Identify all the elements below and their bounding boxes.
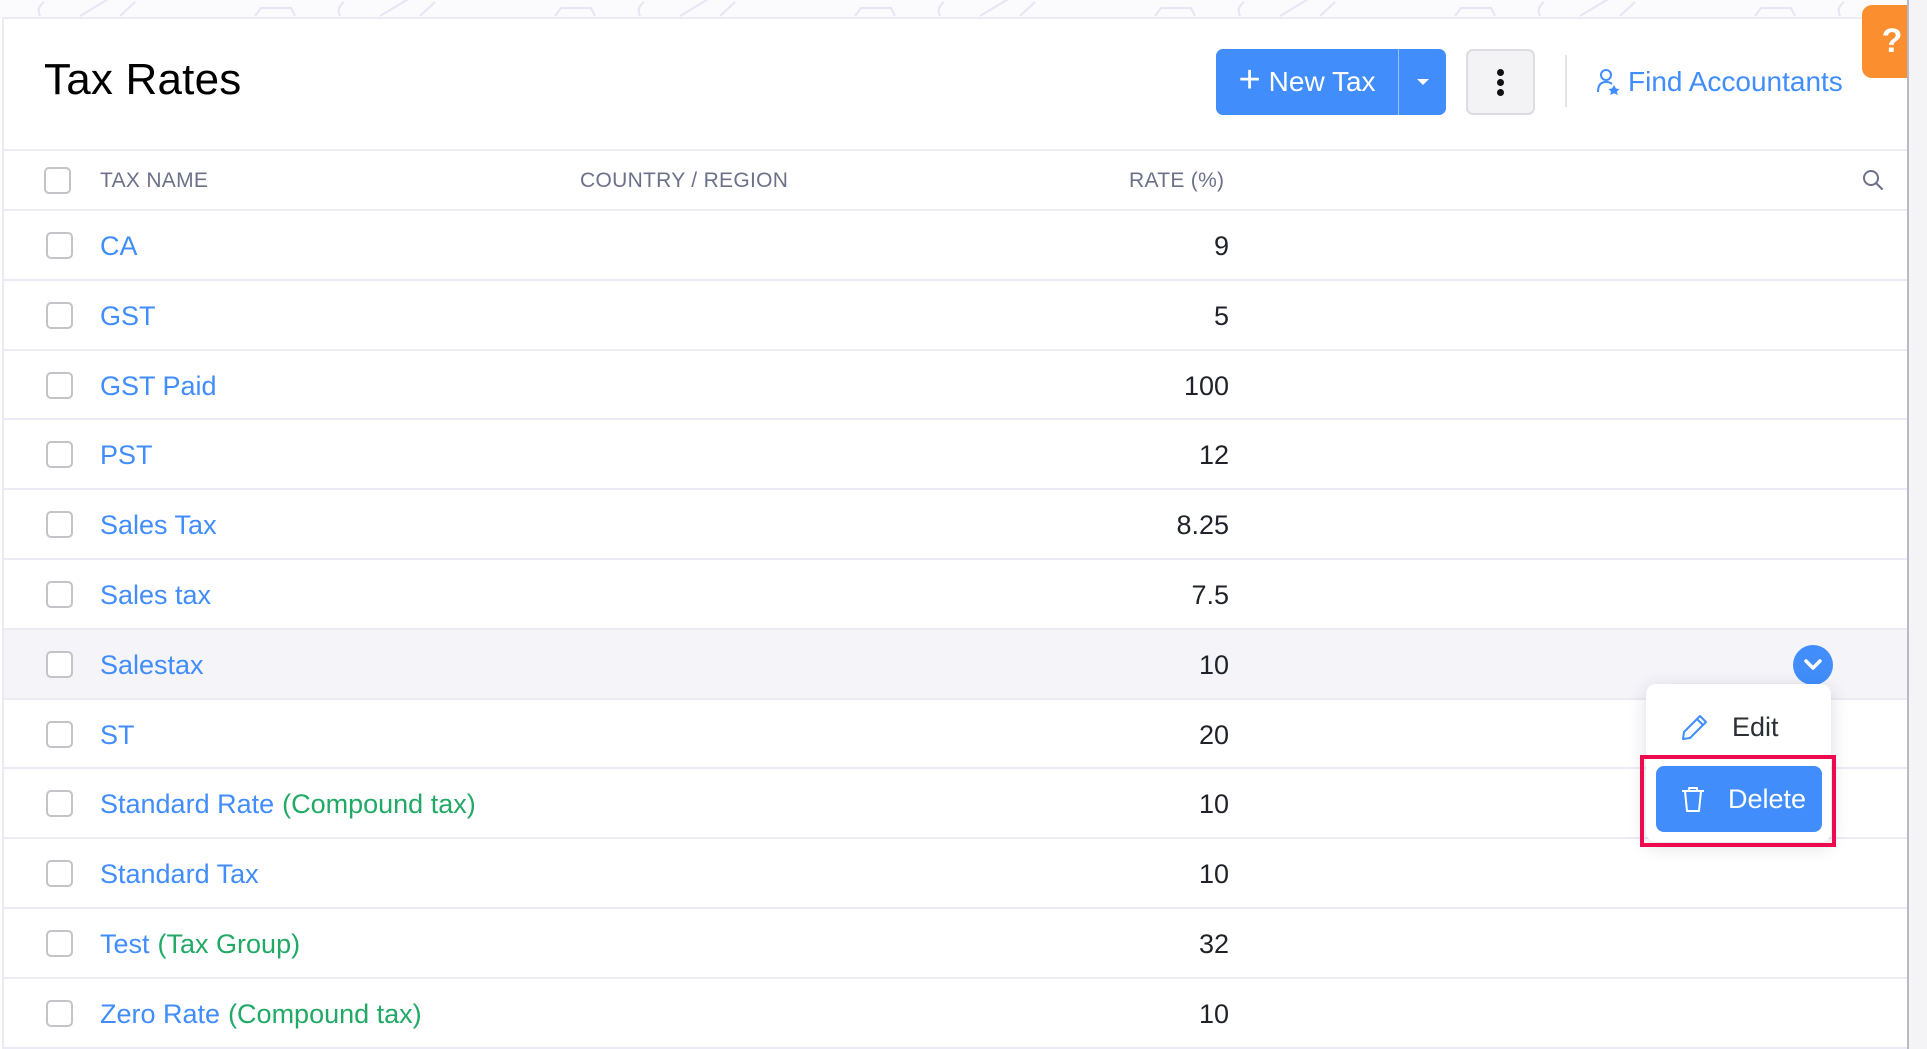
menu-item-edit-label: Edit (1732, 711, 1779, 742)
row-checkbox[interactable] (46, 441, 73, 469)
row-checkbox[interactable] (46, 580, 73, 608)
pencil-icon (1682, 715, 1707, 740)
tax-rate-cell: 10 (1198, 859, 1229, 890)
tax-name-cell: Standard Rate (Compound tax) (100, 789, 476, 820)
tax-type-label: (Tax Group) (157, 928, 301, 959)
toolbar-divider (1565, 55, 1567, 107)
tax-name-link[interactable]: GST (100, 301, 156, 331)
find-accountants-link[interactable]: Find Accountants (1596, 62, 1843, 102)
more-options-button[interactable] (1466, 49, 1535, 115)
new-tax-dropdown-button[interactable] (1399, 49, 1446, 115)
tax-name-cell: Test (Tax Group) (100, 929, 300, 960)
tax-name-cell: Standard Tax (100, 859, 259, 890)
vertical-scrollbar[interactable] (1907, 0, 1927, 1049)
table-row[interactable]: ST 20 (4, 699, 1907, 770)
tax-name-cell: Zero Rate (Compound tax) (100, 999, 422, 1030)
tax-name-link[interactable]: PST (100, 440, 153, 470)
tax-name-link[interactable]: GST Paid (100, 371, 217, 401)
tax-rate-cell: 8.25 (1176, 510, 1229, 541)
user-star-icon (1597, 69, 1620, 95)
tax-rate-cell: 10 (1198, 789, 1229, 820)
tax-name-cell: Sales tax (100, 580, 211, 611)
row-checkbox[interactable] (46, 790, 73, 818)
page-title: Tax Rates (44, 55, 242, 104)
row-checkbox[interactable] (46, 860, 73, 888)
delete-highlight-annotation (1640, 755, 1836, 847)
row-checkbox[interactable] (46, 650, 73, 678)
chevron-down-icon (1804, 659, 1822, 670)
kebab-vertical-icon (1497, 68, 1504, 76)
row-checkbox[interactable] (46, 511, 73, 539)
search-icon[interactable] (1861, 168, 1885, 192)
new-tax-split-button: + New Tax (1216, 49, 1446, 115)
new-tax-label: New Tax (1268, 66, 1376, 97)
tax-rate-cell: 32 (1198, 928, 1229, 959)
table-row[interactable]: CA 9 (4, 211, 1907, 281)
tax-rate-cell: 10 (1198, 998, 1229, 1029)
tax-name-link[interactable]: Sales Tax (100, 510, 217, 540)
tax-name-link[interactable]: Standard Rate (100, 789, 274, 819)
kebab-dot (1497, 88, 1504, 96)
plus-icon: + (1238, 59, 1261, 101)
row-checkbox[interactable] (46, 720, 73, 748)
tax-name-cell: CA (100, 231, 138, 262)
tax-rate-cell: 12 (1198, 440, 1229, 471)
tax-rate-cell: 5 (1213, 300, 1229, 331)
tax-name-link[interactable]: Zero Rate (100, 999, 220, 1029)
table-row[interactable]: Salestax 10 (4, 629, 1907, 700)
table-row[interactable]: Sales Tax 8.25 (4, 490, 1907, 560)
background-pattern (0, 0, 1927, 18)
caret-down-icon (1416, 79, 1429, 85)
tax-name-link[interactable]: Standard Tax (100, 859, 259, 889)
tax-rate-cell: 10 (1198, 649, 1229, 680)
select-all-checkbox[interactable] (44, 167, 71, 194)
row-checkbox[interactable] (46, 371, 73, 399)
row-checkbox[interactable] (46, 999, 73, 1027)
table-row[interactable]: Standard Tax 10 (4, 839, 1907, 909)
table-row[interactable]: Test (Tax Group) 32 (4, 908, 1907, 979)
tax-name-cell: PST (100, 440, 153, 471)
menu-item-edit[interactable]: Edit (1656, 694, 1822, 760)
column-header-rate[interactable]: RATE (%) (1129, 169, 1224, 193)
tax-name-cell: GST (100, 301, 156, 332)
tax-rates-table-body: CA 9 GST 5 GST Paid 100 PST 12 Sales Tax 8.25 Sale… (4, 211, 1907, 1049)
row-checkbox[interactable] (46, 929, 73, 957)
tax-rate-cell: 20 (1198, 719, 1229, 750)
table-row[interactable]: GST 5 (4, 280, 1907, 351)
column-header-tax-name[interactable]: TAX NAME (100, 169, 208, 193)
table-row[interactable]: Sales tax 7.5 (4, 559, 1907, 630)
column-header-country-region[interactable]: COUNTRY / REGION (580, 169, 788, 193)
row-checkbox[interactable] (46, 301, 73, 329)
new-tax-button[interactable]: + New Tax (1216, 49, 1399, 115)
tax-rate-cell: 100 (1183, 370, 1229, 401)
tax-name-cell: ST (100, 720, 135, 751)
row-actions-toggle[interactable] (1793, 645, 1833, 685)
tax-name-link[interactable]: Test (100, 929, 150, 959)
tax-name-cell: Salestax (100, 650, 204, 681)
tax-name-link[interactable]: CA (100, 231, 138, 261)
tax-name-link[interactable]: ST (100, 720, 135, 750)
tax-type-label: (Compound tax) (282, 789, 476, 820)
table-row[interactable]: PST 12 (4, 420, 1907, 491)
table-header: TAX NAME COUNTRY / REGION RATE (%) (4, 149, 1907, 211)
tax-rate-cell: 7.5 (1191, 579, 1229, 610)
tax-name-link[interactable]: Salestax (100, 650, 204, 680)
row-checkbox[interactable] (46, 232, 73, 259)
kebab-dot (1497, 78, 1504, 86)
tax-rate-cell: 9 (1213, 231, 1229, 261)
table-row[interactable]: GST Paid 100 (4, 350, 1907, 421)
tax-name-cell: Sales Tax (100, 510, 217, 541)
find-accountants-label: Find Accountants (1628, 66, 1843, 97)
table-row[interactable]: Zero Rate (Compound tax) 10 (4, 978, 1907, 1049)
table-row[interactable]: Standard Rate (Compound tax) 10 (4, 769, 1907, 840)
tax-name-cell: GST Paid (100, 371, 217, 402)
tax-type-label: (Compound tax) (228, 998, 422, 1029)
tax-name-link[interactable]: Sales tax (100, 580, 211, 610)
